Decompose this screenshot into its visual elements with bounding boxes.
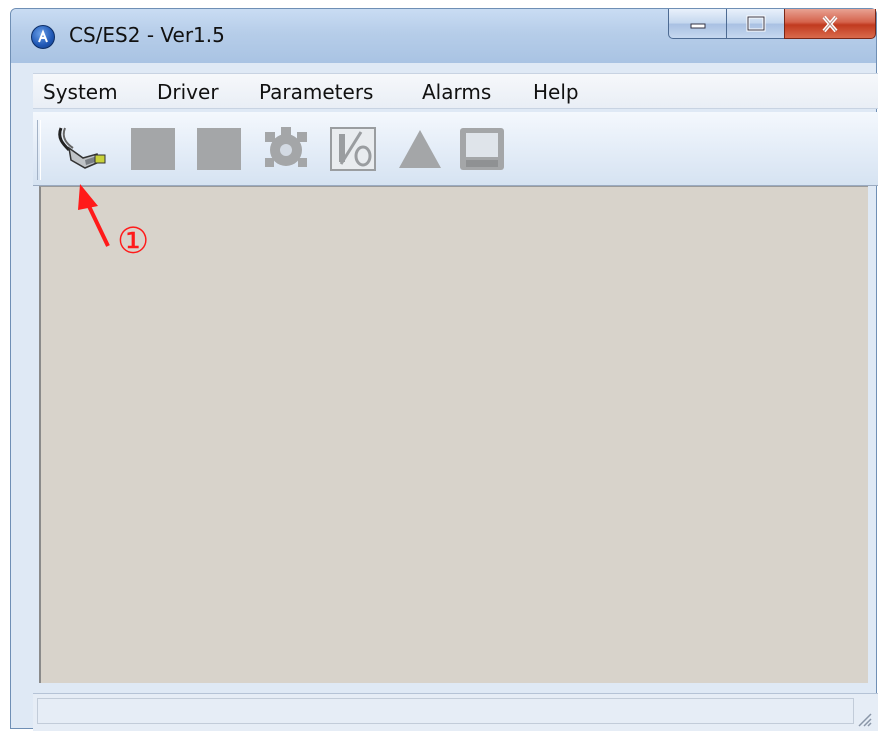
menu-system[interactable]: System bbox=[43, 80, 118, 104]
annotation-marker: ① bbox=[117, 221, 150, 262]
resize-grip-icon[interactable] bbox=[856, 711, 872, 727]
gray-square-icon bbox=[131, 128, 175, 170]
alarm-button[interactable] bbox=[395, 124, 445, 178]
gray-square-icon bbox=[197, 128, 241, 170]
menu-bar: System Driver Parameters Alarms Help bbox=[33, 73, 878, 109]
menu-alarms[interactable]: Alarms bbox=[422, 80, 491, 104]
annotation-arrow-icon bbox=[78, 184, 110, 247]
connect-cable-icon bbox=[58, 127, 106, 169]
menu-help[interactable]: Help bbox=[533, 80, 579, 104]
toolbar-button-2[interactable] bbox=[129, 124, 177, 178]
status-panel bbox=[37, 698, 854, 724]
caption-buttons bbox=[668, 9, 876, 41]
close-icon bbox=[822, 15, 838, 32]
main-client-area bbox=[39, 186, 868, 683]
minimize-icon bbox=[690, 23, 705, 28]
save-button[interactable] bbox=[457, 124, 509, 178]
toolbar-grip[interactable] bbox=[37, 120, 41, 180]
io-button[interactable] bbox=[329, 124, 379, 178]
title-bar[interactable]: CS/ES2 - Ver1.5 bbox=[11, 9, 876, 63]
maximize-icon bbox=[746, 15, 765, 31]
window-title: CS/ES2 - Ver1.5 bbox=[69, 23, 225, 47]
maximize-button[interactable] bbox=[726, 9, 784, 39]
close-button[interactable] bbox=[784, 9, 876, 39]
settings-button[interactable] bbox=[259, 124, 313, 178]
menu-parameters[interactable]: Parameters bbox=[259, 80, 373, 104]
toolbar-button-3[interactable] bbox=[195, 124, 243, 178]
gear-icon bbox=[265, 127, 307, 167]
warning-triangle-icon bbox=[399, 130, 441, 168]
app-logo-icon[interactable] bbox=[31, 25, 55, 49]
save-icon bbox=[460, 128, 504, 170]
minimize-button[interactable] bbox=[668, 9, 726, 39]
menu-driver[interactable]: Driver bbox=[157, 80, 219, 104]
io-icon bbox=[330, 127, 376, 171]
app-window: CS/ES2 - Ver1.5 System Driver Parameters… bbox=[10, 8, 878, 731]
toolbar bbox=[33, 112, 878, 186]
status-bar bbox=[33, 693, 878, 731]
